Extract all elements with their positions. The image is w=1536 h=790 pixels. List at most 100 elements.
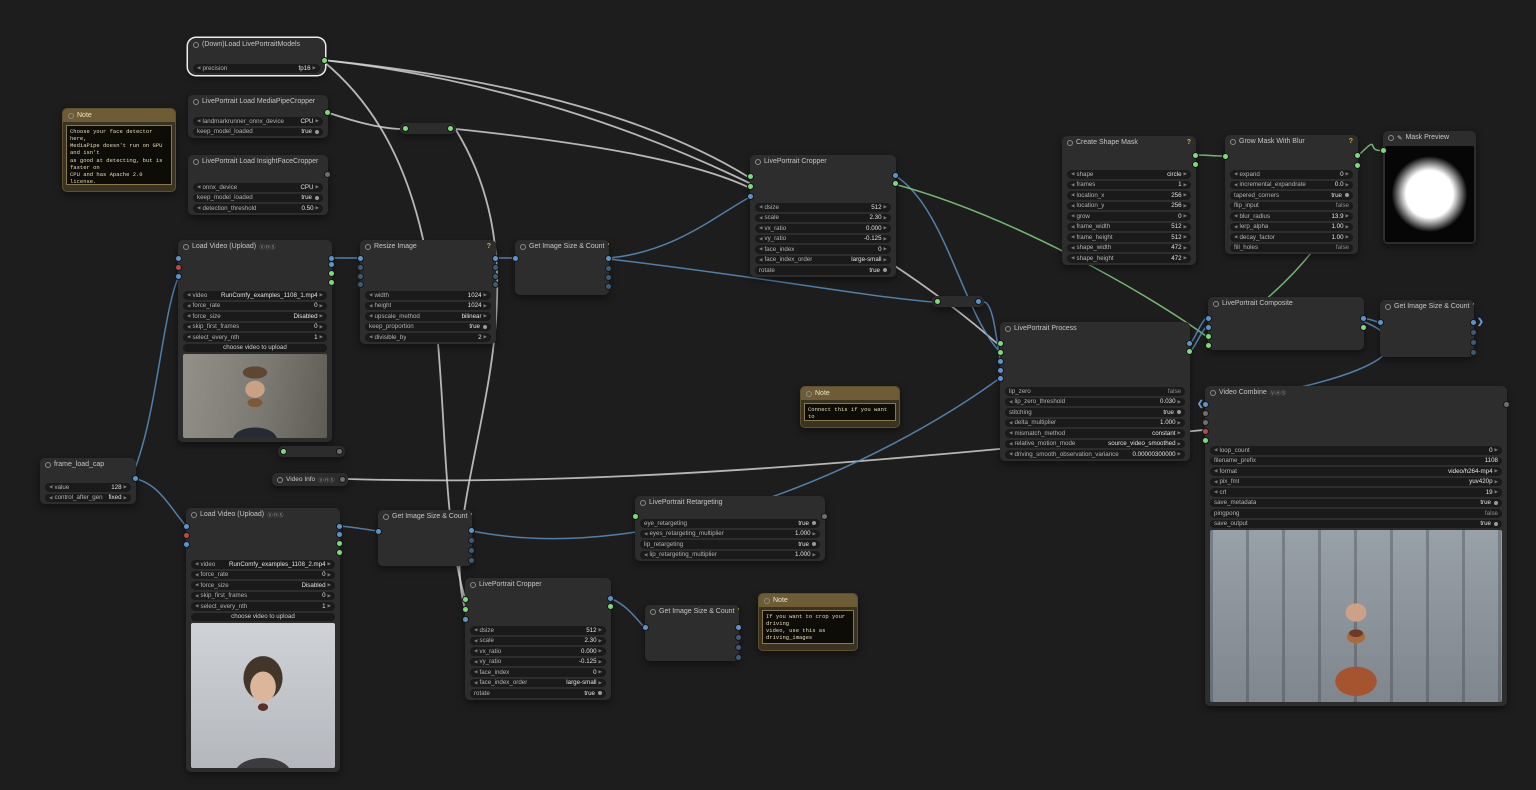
output-port[interactable] — [736, 655, 741, 660]
arrow-left-icon[interactable]: ◀ — [1071, 233, 1074, 241]
if-cropper-node[interactable]: LivePortrait Load InsightFaceCropper◀onn… — [188, 155, 328, 215]
input-port[interactable] — [513, 256, 518, 261]
location-x-widget[interactable]: ◀location_x256▶ — [1067, 191, 1191, 200]
output-port[interactable] — [329, 256, 334, 261]
width-widget[interactable]: ◀width1024▶ — [365, 291, 491, 300]
output-port[interactable] — [1361, 316, 1366, 321]
collapse-dot-icon[interactable] — [1388, 135, 1394, 141]
input-port[interactable] — [463, 597, 468, 602]
arrow-left-icon[interactable]: ◀ — [1234, 233, 1237, 241]
node-title-bar[interactable]: ✎Mask Preview — [1383, 131, 1476, 144]
arrow-right-icon[interactable]: ▶ — [1184, 170, 1187, 178]
arrow-left-icon[interactable]: ◀ — [644, 530, 647, 538]
value-widget[interactable]: ◀value128▶ — [45, 483, 131, 492]
arrow-right-icon[interactable]: ▶ — [328, 592, 331, 600]
arrow-right-icon[interactable]: ▶ — [884, 203, 887, 211]
lp-cropper-bot-node[interactable]: LivePortrait Cropper◀dsize512▶◀scale2.30… — [465, 578, 611, 700]
help-badge[interactable]: ? — [607, 243, 609, 250]
output-port[interactable] — [493, 265, 498, 270]
stitching-widget[interactable]: stitchingtrue — [1005, 408, 1185, 417]
node-graph-canvas[interactable]: (Down)Load LivePortraitModels◀precisionf… — [0, 0, 1536, 790]
skip-first-frames-widget[interactable]: ◀skip_first_frames0▶ — [183, 323, 327, 332]
skip-first-frames-widget[interactable]: ◀skip_first_frames0▶ — [191, 592, 335, 601]
arrow-right-icon[interactable]: ▶ — [813, 530, 816, 538]
decay-factor-widget[interactable]: ◀decay_factor1.00▶ — [1230, 233, 1353, 242]
output-port[interactable] — [469, 528, 474, 533]
scale-widget[interactable]: ◀scale2.30▶ — [470, 637, 606, 646]
arrow-left-icon[interactable]: ◀ — [369, 333, 372, 341]
output-port[interactable] — [606, 284, 611, 289]
output-port[interactable] — [448, 126, 453, 131]
arrow-right-icon[interactable]: ▶ — [313, 64, 316, 72]
lp-models-node[interactable]: (Down)Load LivePortraitModels◀precisionf… — [188, 38, 325, 75]
arrow-left-icon[interactable]: ◀ — [49, 494, 52, 502]
input-port[interactable] — [376, 529, 381, 534]
arrow-right-icon[interactable]: ▶ — [1184, 223, 1187, 231]
reroute-top-node[interactable] — [400, 123, 456, 134]
arrow-left-icon[interactable]: ◀ — [369, 302, 372, 310]
node-title-bar[interactable]: Load Video (Upload)ⓋⒽⓈ — [178, 240, 332, 253]
delta-multiplier-widget[interactable]: ◀delta_multiplier1.000▶ — [1005, 419, 1185, 428]
arrow-left-icon[interactable]: ◀ — [1234, 170, 1237, 178]
arrow-right-icon[interactable]: ▶ — [884, 214, 887, 222]
arrow-left-icon[interactable]: ◀ — [644, 551, 647, 559]
rotate-widget[interactable]: rotatetrue — [470, 689, 606, 698]
arrow-right-icon[interactable]: ▶ — [1178, 440, 1181, 448]
toggle-dot[interactable] — [883, 268, 887, 272]
toggle-dot[interactable] — [1345, 193, 1349, 197]
arrow-left-icon[interactable]: ◀ — [369, 291, 372, 299]
output-port[interactable] — [469, 548, 474, 553]
loop-count-widget[interactable]: ◀loop_count0▶ — [1210, 446, 1502, 455]
collapse-dot-icon[interactable] — [277, 477, 283, 483]
arrow-left-icon[interactable]: ◀ — [1214, 467, 1217, 475]
collapse-dot-icon[interactable] — [764, 598, 770, 604]
collapse-dot-icon[interactable] — [365, 244, 371, 250]
arrow-left-icon[interactable]: ◀ — [369, 312, 372, 320]
location-y-widget[interactable]: ◀location_y256▶ — [1067, 202, 1191, 211]
collapse-dot-icon[interactable] — [1213, 301, 1219, 307]
arrow-right-icon[interactable]: ▶ — [813, 551, 816, 559]
toggle-dot[interactable] — [812, 521, 816, 525]
lerp-alpha-widget[interactable]: ◀lerp_alpha1.00▶ — [1230, 223, 1353, 232]
load-video1-node[interactable]: Load Video (Upload)ⓋⒽⓈ◀videoRunComfy_exa… — [178, 240, 332, 442]
mismatch-method-widget[interactable]: ◀mismatch_methodconstant▶ — [1005, 429, 1185, 438]
node-title-bar[interactable]: Resize Image? — [360, 240, 496, 253]
arrow-left-icon[interactable]: ◀ — [49, 483, 52, 491]
collapse-dot-icon[interactable] — [183, 244, 189, 250]
output-port[interactable] — [1193, 153, 1198, 158]
eye-retargeting-widget[interactable]: eye_retargetingtrue — [640, 519, 820, 528]
input-port[interactable] — [1378, 320, 1383, 325]
arrow-left-icon[interactable]: ◀ — [195, 560, 198, 568]
reroute-mid-node[interactable] — [932, 296, 984, 307]
input-port[interactable] — [176, 256, 181, 261]
output-port[interactable] — [325, 172, 330, 177]
note-left-node[interactable]: NoteChoose your face detector here, Medi… — [62, 108, 176, 192]
input-port[interactable] — [1206, 325, 1211, 330]
node-title-bar[interactable]: LivePortrait Load MediaPipeCropper — [188, 95, 328, 108]
save-metadata-widget[interactable]: save_metadatatrue — [1210, 499, 1502, 508]
arrow-left-icon[interactable]: ◀ — [759, 224, 762, 232]
gisc-right-node[interactable]: Get Image Size & Count? — [1380, 300, 1474, 357]
arrow-right-icon[interactable]: ▶ — [1346, 181, 1349, 189]
arrow-right-icon[interactable]: ▶ — [1495, 467, 1498, 475]
arrow-left-icon[interactable]: ◀ — [195, 592, 198, 600]
output-port[interactable] — [469, 538, 474, 543]
upload-widget[interactable]: choose video to upload — [191, 613, 335, 622]
node-title-bar[interactable]: Grow Mask With Blur? — [1225, 135, 1358, 148]
arrow-left-icon[interactable]: ◀ — [1009, 398, 1012, 406]
output-port[interactable] — [822, 514, 827, 519]
input-port[interactable] — [998, 341, 1003, 346]
output-port[interactable] — [1361, 325, 1366, 330]
shape-width-widget[interactable]: ◀shape_width472▶ — [1067, 244, 1191, 253]
arrow-right-icon[interactable]: ▶ — [1495, 478, 1498, 486]
arrow-right-icon[interactable]: ▶ — [316, 204, 319, 212]
output-port[interactable] — [1471, 320, 1476, 325]
collapse-dot-icon[interactable] — [470, 582, 476, 588]
input-port[interactable] — [748, 174, 753, 179]
divisible-by-widget[interactable]: ◀divisible_by2▶ — [365, 333, 491, 342]
pix-fmt-widget[interactable]: ◀pix_fmtyuv420p▶ — [1210, 478, 1502, 487]
arrow-right-icon[interactable]: ▶ — [884, 224, 887, 232]
arrow-right-icon[interactable]: ▶ — [1346, 223, 1349, 231]
collapse-dot-icon[interactable] — [193, 99, 199, 105]
node-title-bar[interactable]: LivePortrait Cropper — [465, 578, 611, 591]
